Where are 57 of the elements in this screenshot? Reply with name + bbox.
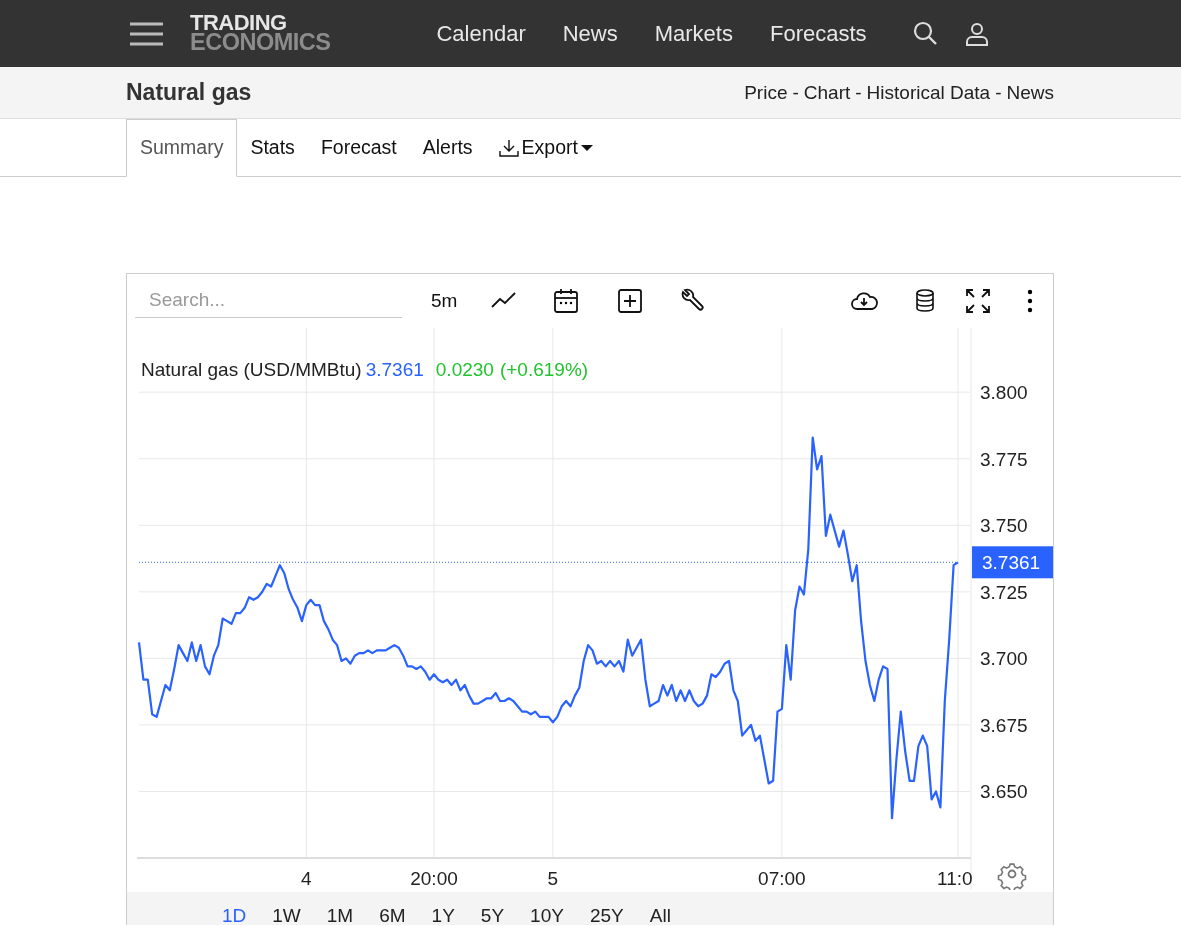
header-link[interactable]: News xyxy=(1006,78,1054,108)
header-link[interactable]: Price xyxy=(744,78,788,108)
tab[interactable]: Stats xyxy=(237,119,308,177)
range-button[interactable]: All xyxy=(636,900,684,925)
download-icon xyxy=(498,138,519,157)
nav-link[interactable]: Forecasts xyxy=(770,17,867,50)
y-axis-label: 3.750 xyxy=(980,515,1028,537)
series-name: Natural gas (USD/MMBtu) xyxy=(141,358,362,382)
separator: - xyxy=(995,80,1002,105)
caret-icon xyxy=(580,143,593,152)
y-axis-label: 3.675 xyxy=(980,714,1028,736)
separator: - xyxy=(792,80,799,105)
separator: - xyxy=(855,80,862,105)
range-button[interactable]: 1D xyxy=(209,900,260,925)
x-axis-label: 20:00 xyxy=(410,868,458,889)
fullscreen-icon[interactable] xyxy=(965,288,992,314)
nav-link[interactable]: News xyxy=(562,17,618,50)
calendar-icon[interactable] xyxy=(553,288,580,314)
page-title: Natural gas xyxy=(126,79,252,107)
current-price-tag: 3.7361 xyxy=(972,546,1053,579)
tab[interactable]: Forecast xyxy=(307,119,410,177)
range-button[interactable]: 1Y xyxy=(418,900,468,925)
y-axis-label: 3.650 xyxy=(980,781,1028,803)
x-axis-label: 11:0 xyxy=(937,868,973,889)
percent-change: (+0.619%) xyxy=(499,358,589,382)
x-axis-label: 5 xyxy=(547,868,559,889)
more-icon[interactable] xyxy=(1027,288,1034,314)
x-axis-label: 4 xyxy=(301,868,312,889)
price-change: 0.0230 xyxy=(435,358,494,382)
range-button[interactable]: 5Y xyxy=(467,900,518,925)
range-button[interactable]: 1M xyxy=(313,900,367,925)
x-axis-label: 07:00 xyxy=(758,868,806,889)
tab[interactable]: Alerts xyxy=(409,119,486,177)
y-axis-label: 3.800 xyxy=(980,382,1028,404)
tab[interactable]: Summary xyxy=(126,119,238,177)
settings-icon[interactable] xyxy=(997,863,1027,890)
logo[interactable]: TRADING ECONOMICS xyxy=(190,14,331,53)
range-button[interactable]: 1W xyxy=(259,900,314,925)
search-icon[interactable] xyxy=(912,21,938,46)
y-axis-label: 3.725 xyxy=(980,581,1028,603)
nav-link[interactable]: Calendar xyxy=(436,17,526,50)
ref-line-label: 3.7361 xyxy=(982,552,1041,574)
range-button[interactable]: 25Y xyxy=(576,900,637,925)
interval-button[interactable]: 5m xyxy=(431,286,458,316)
menu-icon[interactable] xyxy=(130,21,163,46)
last-price: 3.7361 xyxy=(365,358,424,382)
range-button[interactable]: 10Y xyxy=(517,900,577,925)
y-axis-label: 3.775 xyxy=(980,448,1028,470)
export-dropdown[interactable]: Export xyxy=(485,119,606,177)
add-icon[interactable] xyxy=(617,288,644,314)
header-link[interactable]: Chart xyxy=(803,78,851,108)
y-axis-label: 3.700 xyxy=(980,648,1028,670)
user-icon[interactable] xyxy=(965,21,988,46)
range-button[interactable]: 6M xyxy=(366,900,419,925)
wrench-icon[interactable] xyxy=(679,288,706,314)
header-link[interactable]: Historical Data xyxy=(866,78,991,108)
nav-link[interactable]: Markets xyxy=(654,17,733,50)
